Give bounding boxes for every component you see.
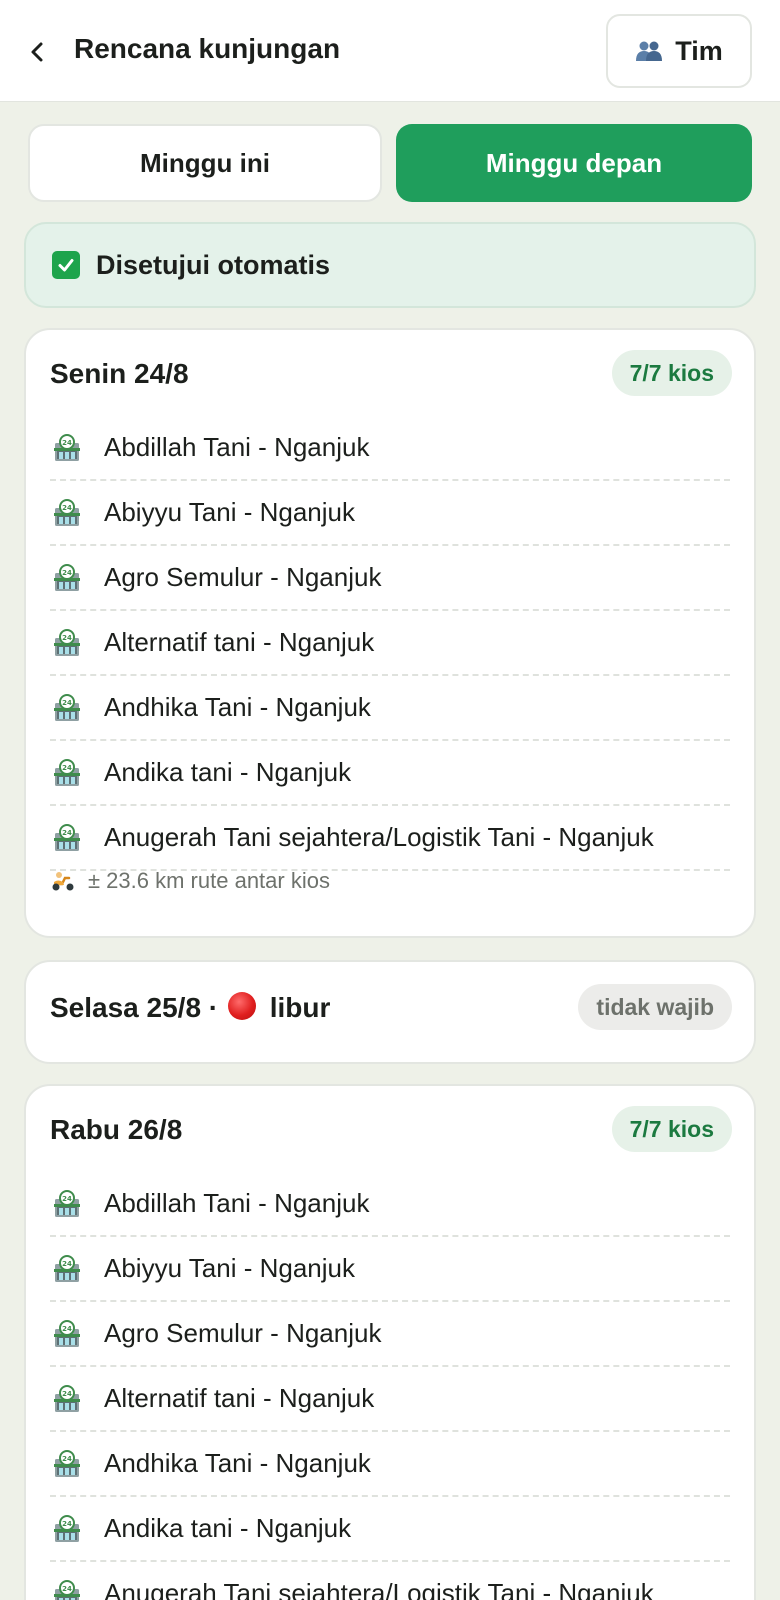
list-item[interactable]: Alternatif tani - Nganjuk	[50, 1367, 730, 1432]
store-24-icon	[52, 1579, 82, 1600]
red-circle-icon	[227, 992, 256, 1020]
day-title: Rabu 26/8	[50, 1114, 183, 1145]
list-item[interactable]: Andhika Tani - Nganjuk	[50, 1432, 730, 1497]
approval-text: Disetujui otomatis	[96, 249, 331, 280]
list-item[interactable]: Abiyyu Tani - Nganjuk	[50, 481, 730, 546]
list-item[interactable]: Agro Semulur - Nganjuk	[50, 1302, 730, 1367]
route-text: ± 23.6 km rute antar kios	[88, 868, 330, 893]
kios-name: Andhika Tani - Nganjuk	[104, 1448, 371, 1478]
team-button[interactable]: Tim	[606, 14, 752, 88]
kios-count-badge: 7/7 kios	[611, 350, 732, 396]
list-item[interactable]: Agro Semulur - Nganjuk	[50, 546, 730, 611]
kios-name: Andika tani - Nganjuk	[104, 757, 352, 787]
store-24-icon	[52, 1189, 82, 1219]
store-24-icon	[52, 563, 82, 593]
store-24-icon	[52, 498, 82, 528]
kios-list: Abdillah Tani - Nganjuk Abiyyu Tani - Ng…	[50, 1172, 730, 1600]
store-24-icon	[52, 433, 82, 463]
kios-name: Anugerah Tani sejahtera/Logistik Tani - …	[104, 822, 654, 852]
week-tabs: Minggu ini Minggu depan	[28, 124, 752, 202]
day-title: Senin 24/8	[50, 358, 189, 389]
route-summary: ± 23.6 km rute antar kios	[50, 868, 330, 894]
day-card-tuesday: Selasa 25/8 · libur tidak wajib	[24, 960, 756, 1064]
list-item[interactable]: Abdillah Tani - Nganjuk	[50, 1172, 730, 1237]
tab-this-week[interactable]: Minggu ini	[28, 124, 382, 202]
store-24-icon	[52, 1254, 82, 1284]
page-title: Rencana kunjungan	[74, 33, 341, 64]
store-24-icon	[52, 1319, 82, 1349]
list-item[interactable]: Andika tani - Nganjuk	[50, 741, 730, 806]
kios-list: Abdillah Tani - Nganjuk Abiyyu Tani - Ng…	[50, 416, 730, 871]
day-title-text: Selasa 25/8 ·	[50, 992, 219, 1023]
store-24-icon	[52, 758, 82, 788]
store-24-icon	[52, 1514, 82, 1544]
app-header: Rencana kunjungan Tim	[0, 0, 780, 102]
kios-name: Alternatif tani - Nganjuk	[104, 627, 375, 657]
kios-name: Abdillah Tani - Nganjuk	[104, 432, 370, 462]
optional-badge: tidak wajib	[578, 984, 732, 1030]
kios-count-badge: 7/7 kios	[611, 1106, 732, 1152]
kios-name: Agro Semulur - Nganjuk	[104, 1318, 382, 1348]
team-button-label: Tim	[675, 35, 723, 66]
store-24-icon	[52, 1449, 82, 1479]
list-item[interactable]: Andhika Tani - Nganjuk	[50, 676, 730, 741]
approval-banner: Disetujui otomatis	[24, 222, 756, 308]
store-24-icon	[52, 1384, 82, 1414]
back-button[interactable]	[18, 30, 58, 74]
store-24-icon	[52, 693, 82, 723]
list-item[interactable]: Alternatif tani - Nganjuk	[50, 611, 730, 676]
store-24-icon	[52, 628, 82, 658]
kios-name: Alternatif tani - Nganjuk	[104, 1383, 375, 1413]
day-title: Selasa 25/8 · libur	[50, 992, 330, 1024]
kios-name: Abdillah Tani - Nganjuk	[104, 1188, 370, 1218]
kios-name: Abiyyu Tani - Nganjuk	[104, 1253, 355, 1283]
list-item[interactable]: Abiyyu Tani - Nganjuk	[50, 1237, 730, 1302]
list-item[interactable]: Anugerah Tani sejahtera/Logistik Tani - …	[50, 1562, 730, 1600]
day-card-wednesday: Rabu 26/8 7/7 kios Abdillah Tani - Nganj…	[24, 1084, 756, 1600]
tab-next-week[interactable]: Minggu depan	[396, 124, 752, 202]
people-icon	[636, 41, 663, 61]
list-item[interactable]: Anugerah Tani sejahtera/Logistik Tani - …	[50, 806, 730, 871]
store-24-icon	[52, 823, 82, 853]
scooter-icon	[52, 872, 74, 891]
list-item[interactable]: Abdillah Tani - Nganjuk	[50, 416, 730, 481]
kios-name: Abiyyu Tani - Nganjuk	[104, 497, 355, 527]
chevron-left-icon	[31, 42, 43, 62]
day-card-monday: Senin 24/8 7/7 kios Abdillah Tani - Ngan…	[24, 328, 756, 938]
kios-name: Andhika Tani - Nganjuk	[104, 692, 371, 722]
kios-name: Andika tani - Nganjuk	[104, 1513, 352, 1543]
holiday-label: libur	[269, 992, 331, 1023]
check-square-icon	[52, 251, 80, 279]
kios-name: Anugerah Tani sejahtera/Logistik Tani - …	[104, 1578, 654, 1600]
kios-name: Agro Semulur - Nganjuk	[104, 562, 382, 592]
list-item[interactable]: Andika tani - Nganjuk	[50, 1497, 730, 1562]
